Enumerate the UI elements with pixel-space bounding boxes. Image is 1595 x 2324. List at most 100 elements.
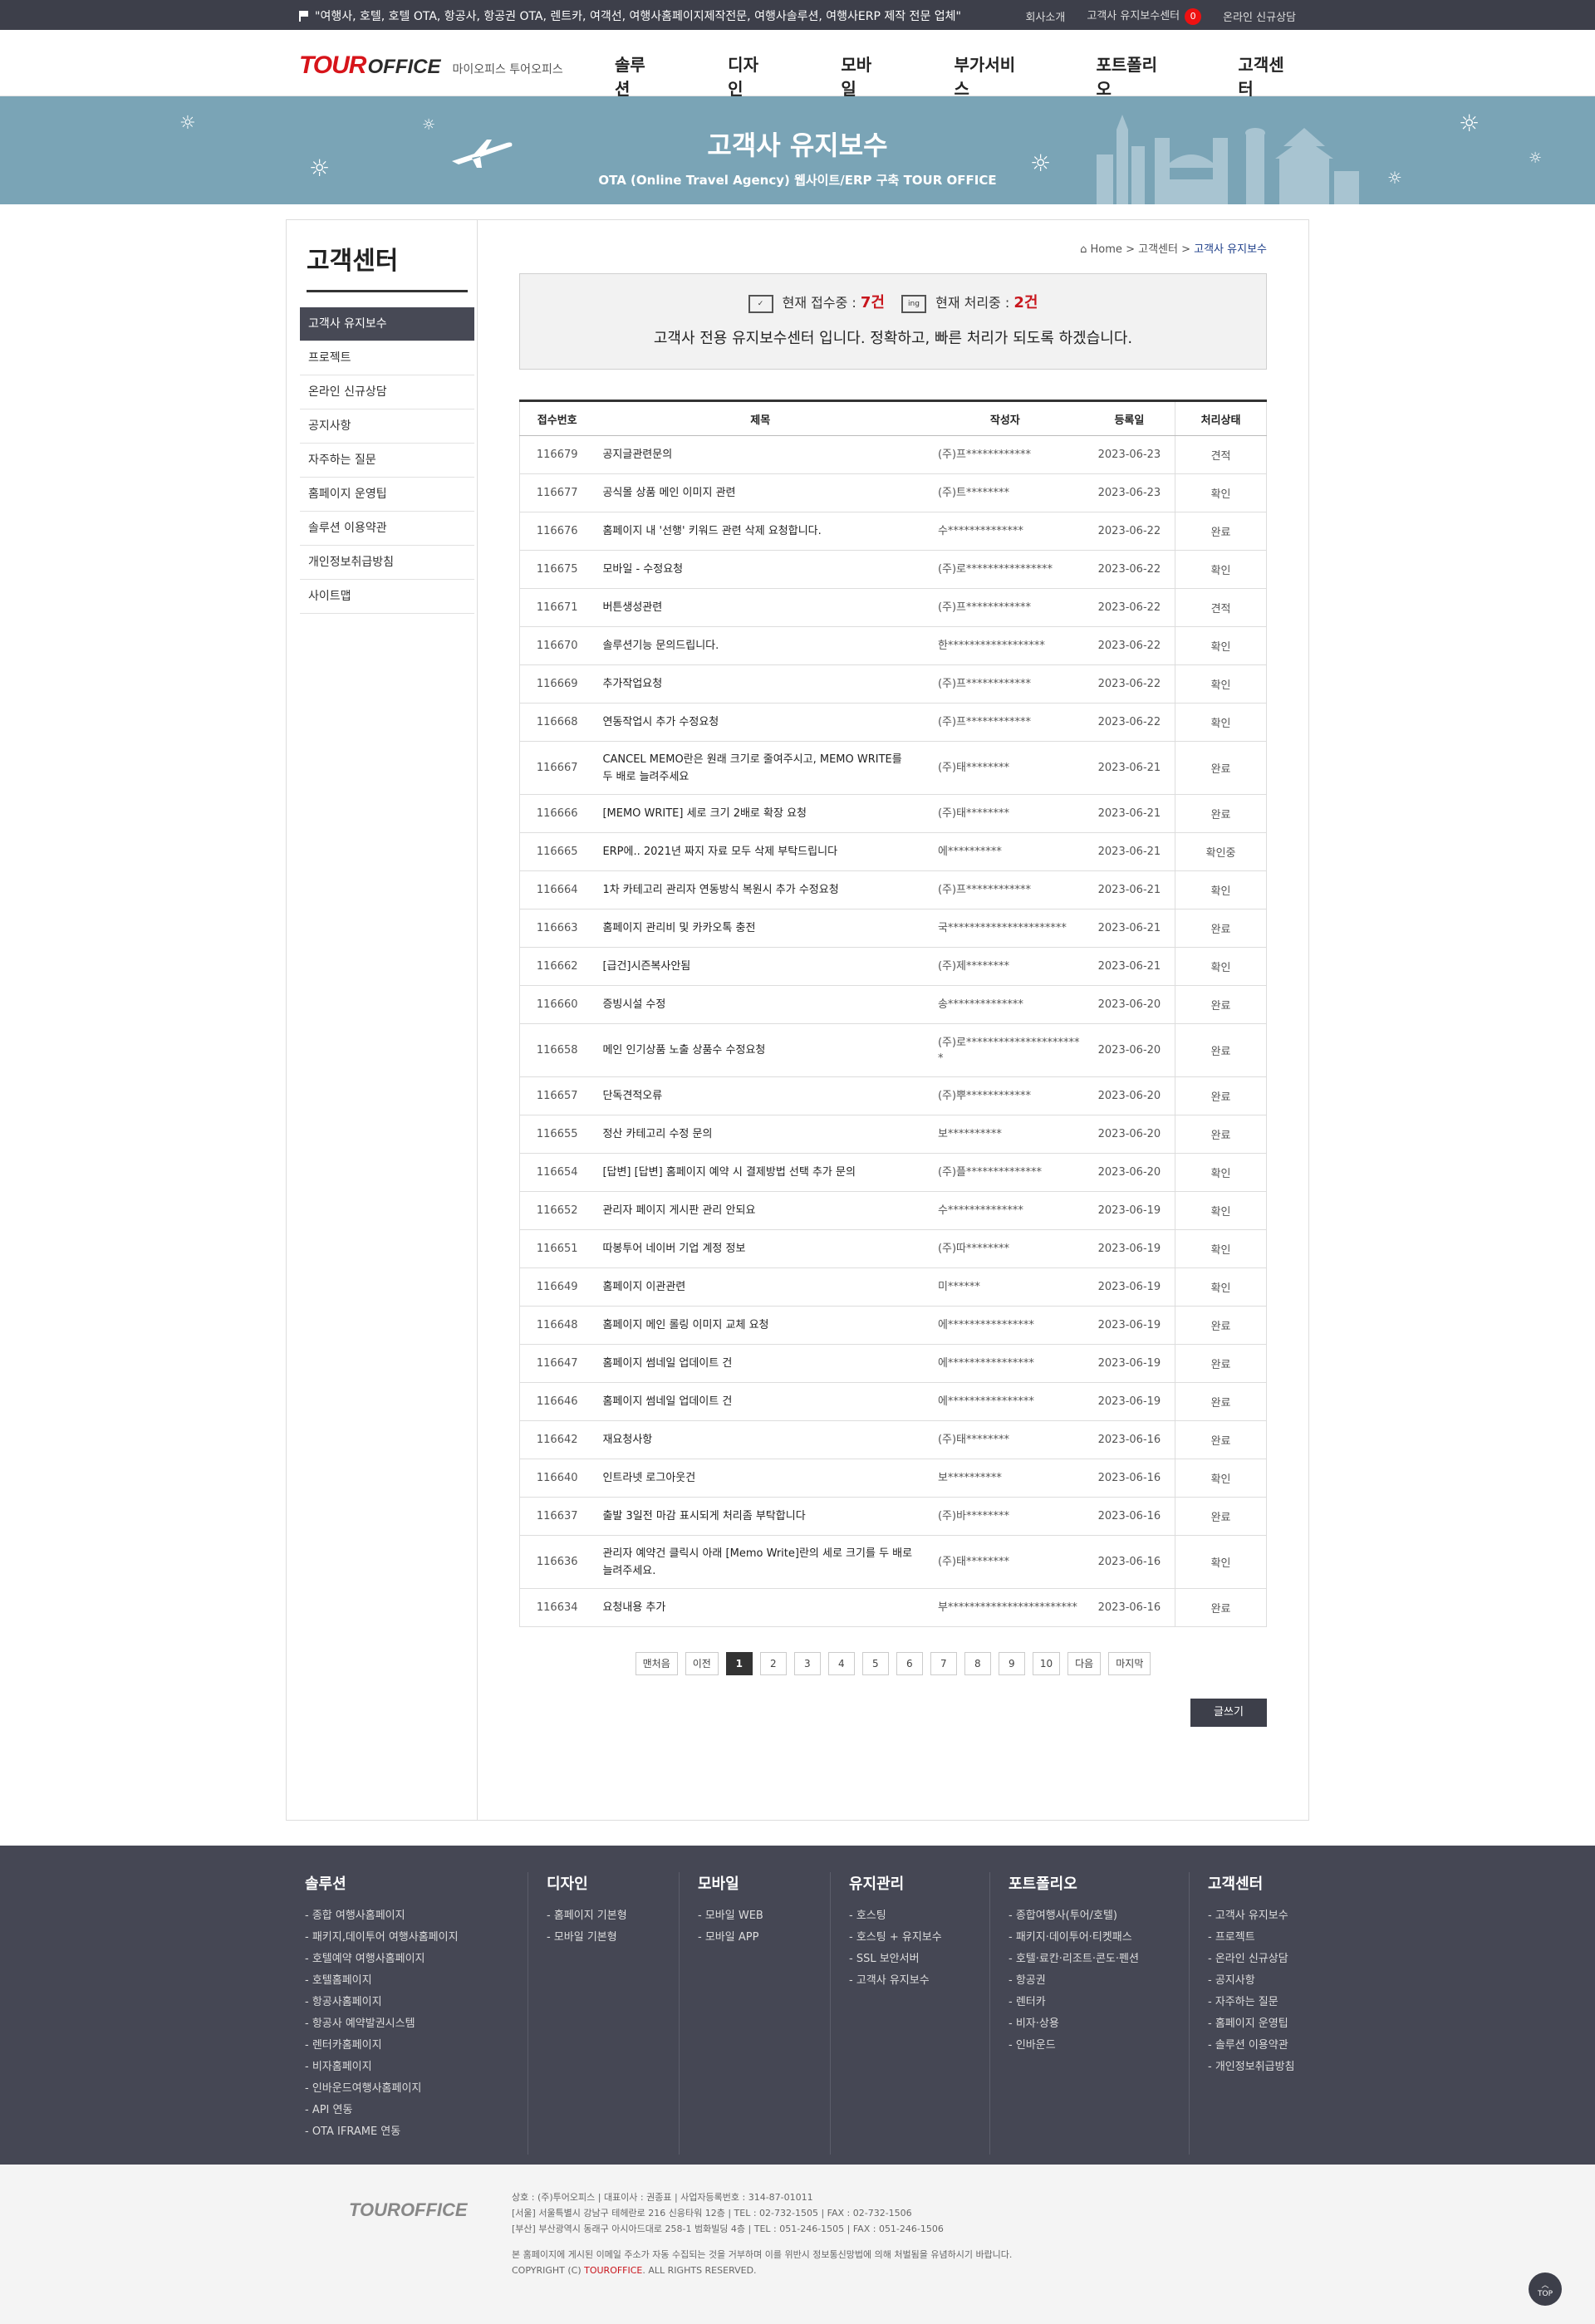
- table-row[interactable]: 116666 [MEMO WRITE] 세로 크기 2배로 확장 요청 (주)태**…: [519, 794, 1267, 833]
- footer-link[interactable]: 고객사 유지보수: [1208, 1905, 1295, 1927]
- breadcrumb-home[interactable]: Home: [1091, 243, 1122, 256]
- footer-link[interactable]: 종합 여행사홈페이지: [305, 1905, 459, 1927]
- footer-link[interactable]: 프로젝트: [1208, 1927, 1295, 1949]
- table-row[interactable]: 116646 홈페이지 썸네일 업데이트 건 에**************** 20…: [519, 1382, 1267, 1421]
- company-link[interactable]: 회사소개: [1026, 8, 1066, 24]
- side-item-terms[interactable]: 솔루션 이용약관: [300, 512, 474, 546]
- table-row[interactable]: 116651 따봉투어 네이버 기업 계정 정보 (주)따******** 2023-…: [519, 1229, 1267, 1268]
- footer-link[interactable]: 호텔홈페이지: [305, 1970, 459, 1992]
- page-link[interactable]: 3: [793, 1652, 821, 1675]
- table-row[interactable]: 116655 정산 카테고리 수정 문의 보********** 2023-06-20…: [519, 1115, 1267, 1154]
- table-row[interactable]: 116647 홈페이지 썸네일 업데이트 건 에**************** 20…: [519, 1344, 1267, 1383]
- table-row[interactable]: 116652 관리자 페이지 게시판 관리 안되요 수************** 2…: [519, 1191, 1267, 1230]
- table-row[interactable]: 116677 공식몰 상품 메인 이미지 관련 (주)트******** 2023-0…: [519, 473, 1267, 512]
- table-row[interactable]: 116634 요청내용 추가 부************************ 20…: [519, 1588, 1267, 1627]
- table-row[interactable]: 116676 홈페이지 내 '선행' 키워드 관련 삭제 요청합니다. 수*****…: [519, 512, 1267, 551]
- row-title[interactable]: 따봉투어 네이버 기업 계정 정보: [594, 1229, 926, 1268]
- row-title[interactable]: 공식몰 상품 메인 이미지 관련: [594, 473, 926, 512]
- consult-link[interactable]: 온라인 신규상담: [1223, 8, 1296, 24]
- row-title[interactable]: CANCEL MEMO란은 원래 크기로 줄여주시고, MEMO WRITE를 …: [594, 741, 926, 795]
- row-title[interactable]: 재요청사항: [594, 1420, 926, 1459]
- table-row[interactable]: 116665 ERP에.. 2021년 짜지 자료 모두 삭제 부탁드립니다 에**…: [519, 832, 1267, 871]
- page-link[interactable]: 7: [930, 1652, 957, 1675]
- page-link[interactable]: 4: [827, 1652, 855, 1675]
- nav-mobile[interactable]: 모바일: [841, 51, 884, 100]
- nav-support[interactable]: 고객센터: [1238, 51, 1296, 100]
- footer-link[interactable]: SSL 보안서버: [849, 1949, 942, 1970]
- footer-link[interactable]: 모바일 WEB: [698, 1905, 763, 1927]
- footer-link[interactable]: 인바운드여행사홈페이지: [305, 2078, 459, 2100]
- footer-link[interactable]: 호텔예약 여행사홈페이지: [305, 1949, 459, 1970]
- footer-link[interactable]: 호텔·료칸·리조트·콘도·펜션: [1009, 1949, 1139, 1970]
- footer-link[interactable]: 온라인 신규상담: [1208, 1949, 1295, 1970]
- table-row[interactable]: 116642 재요청사항 (주)태******** 2023-06-16 완료: [519, 1420, 1267, 1459]
- page-link[interactable]: 9: [998, 1652, 1025, 1675]
- row-title[interactable]: 증빙시설 수정: [594, 985, 926, 1024]
- row-title[interactable]: 정산 카테고리 수정 문의: [594, 1115, 926, 1154]
- row-title[interactable]: 관리자 페이지 게시판 관리 안되요: [594, 1191, 926, 1230]
- table-row[interactable]: 116671 버튼생성관련 (주)프************ 2023-06-22 견적: [519, 588, 1267, 627]
- table-row[interactable]: 116648 홈페이지 메인 롤링 이미지 교체 요청 에*************…: [519, 1306, 1267, 1345]
- row-title[interactable]: 메인 인기상품 노출 상품수 수정요청: [594, 1023, 926, 1077]
- table-row[interactable]: 116675 모바일 - 수정요청 (주)로**************** 2023…: [519, 550, 1267, 589]
- scroll-top-button[interactable]: ︿ TOP: [1529, 2273, 1562, 2306]
- table-row[interactable]: 116658 메인 인기상품 노출 상품수 수정요청 (주)로***********…: [519, 1023, 1267, 1077]
- footer-link[interactable]: 솔루션 이용약관: [1208, 2035, 1295, 2057]
- page-link[interactable]: 맨처음: [635, 1652, 678, 1675]
- row-title[interactable]: 홈페이지 내 '선행' 키워드 관련 삭제 요청합니다.: [594, 512, 926, 551]
- footer-link[interactable]: 모바일 APP: [698, 1927, 763, 1949]
- write-button[interactable]: 글쓰기: [1190, 1699, 1267, 1727]
- row-title[interactable]: 홈페이지 메인 롤링 이미지 교체 요청: [594, 1306, 926, 1345]
- table-row[interactable]: 116663 홈페이지 관리비 및 카카오톡 충전 국***************…: [519, 909, 1267, 948]
- footer-link[interactable]: 패키지,데이투어 여행사홈페이지: [305, 1927, 459, 1949]
- row-title[interactable]: 1차 카테고리 관리자 연동방식 복원시 추가 수정요청: [594, 870, 926, 909]
- footer-link[interactable]: 렌터카: [1009, 1992, 1139, 2013]
- table-row[interactable]: 116670 솔루션기능 문의드립니다. 한****************** 20…: [519, 626, 1267, 665]
- row-title[interactable]: [답변] [답변] 홈페이지 예약 시 결제방법 선택 추가 문의: [594, 1153, 926, 1192]
- row-title[interactable]: 홈페이지 관리비 및 카카오톡 충전: [594, 909, 926, 948]
- row-title[interactable]: 연동작업시 추가 수정요청: [594, 703, 926, 742]
- table-row[interactable]: 116667 CANCEL MEMO란은 원래 크기로 줄여주시고, MEMO W…: [519, 741, 1267, 795]
- nav-addon[interactable]: 부가서비스: [955, 51, 1027, 100]
- logo[interactable]: TOUR OFFICE 마이오피스 투어오피스: [299, 51, 563, 80]
- page-link[interactable]: 10: [1032, 1652, 1061, 1675]
- side-item-privacy[interactable]: 개인정보취급방침: [300, 546, 474, 580]
- row-title[interactable]: 단독견적오류: [594, 1076, 926, 1115]
- row-title[interactable]: 관리자 예약건 클릭시 아래 [Memo Write]란의 세로 크기를 두 배…: [594, 1535, 926, 1589]
- side-item-sitemap[interactable]: 사이트맵: [300, 580, 474, 614]
- side-item-tips[interactable]: 홈페이지 운영팁: [300, 478, 474, 512]
- nav-solution[interactable]: 솔루션: [615, 51, 658, 100]
- side-item-consult[interactable]: 온라인 신규상담: [300, 375, 474, 409]
- table-row[interactable]: 116664 1차 카테고리 관리자 연동방식 복원시 추가 수정요청 (주)프**…: [519, 870, 1267, 909]
- row-title[interactable]: [급건]시즌복사안됨: [594, 947, 926, 986]
- table-row[interactable]: 116637 출발 3일전 마감 표시되게 처리좀 부탁합니다 (주)바******…: [519, 1497, 1267, 1536]
- table-row[interactable]: 116662 [급건]시즌복사안됨 (주)제******** 2023-06-21 확인: [519, 947, 1267, 986]
- table-row[interactable]: 116679 공지글관련문의 (주)프************ 2023-06-23 견…: [519, 435, 1267, 474]
- footer-link[interactable]: 비자·상용: [1009, 2013, 1139, 2035]
- footer-link[interactable]: 인바운드: [1009, 2035, 1139, 2057]
- page-link[interactable]: 5: [861, 1652, 889, 1675]
- footer-link[interactable]: OTA IFRAME 연동: [305, 2121, 459, 2143]
- footer-link[interactable]: 모바일 기본형: [547, 1927, 627, 1949]
- table-row[interactable]: 116640 인트라넷 로그아웃건 보********** 2023-06-16 확인: [519, 1459, 1267, 1498]
- footer-link[interactable]: 렌터카홈페이지: [305, 2035, 459, 2057]
- footer-link[interactable]: 항공권: [1009, 1970, 1139, 1992]
- footer-link[interactable]: 홈페이지 기본형: [547, 1905, 627, 1927]
- table-row[interactable]: 116669 추가작업요청 (주)프************ 2023-06-22 확인: [519, 664, 1267, 704]
- breadcrumb-support[interactable]: 고객센터: [1138, 243, 1178, 256]
- row-title[interactable]: 홈페이지 썸네일 업데이트 건: [594, 1344, 926, 1383]
- footer-link[interactable]: 홈페이지 운영팁: [1208, 2013, 1295, 2035]
- side-item-notice[interactable]: 공지사항: [300, 409, 474, 444]
- side-item-project[interactable]: 프로젝트: [300, 341, 474, 375]
- maintenance-link[interactable]: 고객사 유지보수센터 0: [1087, 7, 1202, 25]
- nav-portfolio[interactable]: 포트폴리오: [1096, 51, 1168, 100]
- side-item-maintenance[interactable]: 고객사 유지보수: [300, 307, 474, 341]
- table-row[interactable]: 116654 [답변] [답변] 홈페이지 예약 시 결제방법 선택 추가 문의(…: [519, 1153, 1267, 1192]
- table-row[interactable]: 116657 단독견적오류 (주)뿌************ 2023-06-20 완료: [519, 1076, 1267, 1115]
- page-link[interactable]: 2: [759, 1652, 787, 1675]
- page-link[interactable]: 다음: [1067, 1652, 1102, 1675]
- row-title[interactable]: 추가작업요청: [594, 664, 926, 704]
- row-title[interactable]: 인트라넷 로그아웃건: [594, 1459, 926, 1498]
- footer-link[interactable]: 비자홈페이지: [305, 2057, 459, 2078]
- footer-link[interactable]: 고객사 유지보수: [849, 1970, 942, 1992]
